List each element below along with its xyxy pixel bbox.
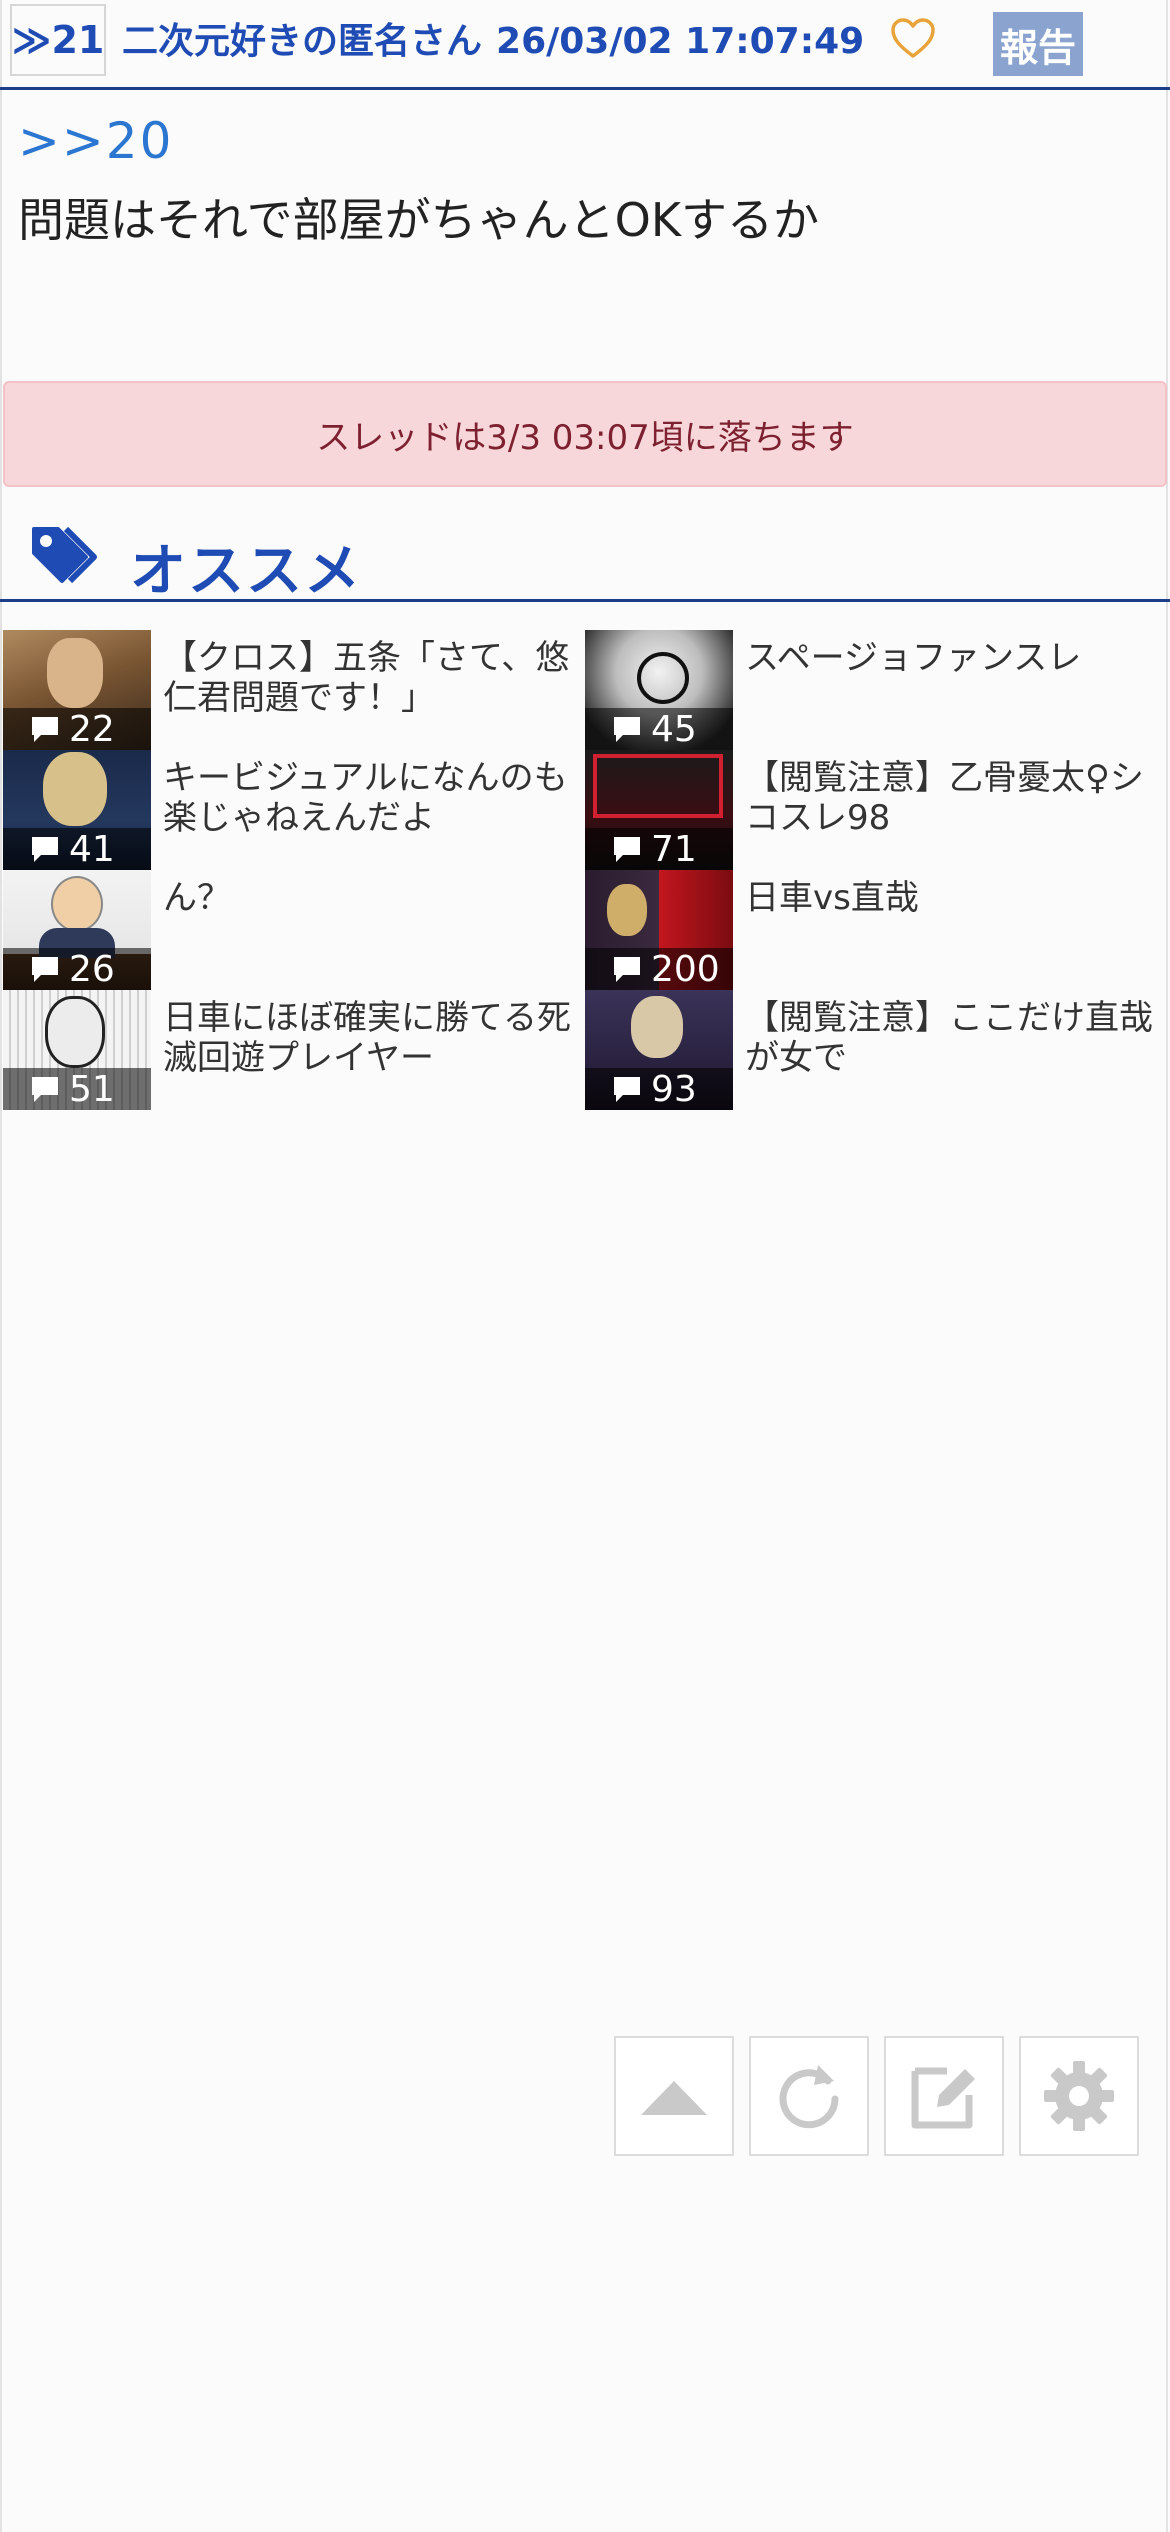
poster-name: 二次元好きの匿名さん xyxy=(122,21,483,62)
comment-count: 93 xyxy=(585,1068,733,1110)
comment-icon xyxy=(614,837,640,862)
thread-title: 【クロス】五条「さて、悠仁君問題です！」 xyxy=(163,638,570,718)
tag-icon xyxy=(28,523,106,595)
recommend-section-header: オススメ xyxy=(0,520,1170,604)
thread-thumbnail: 200 xyxy=(585,870,733,990)
edit-icon xyxy=(911,2067,975,2129)
post-body: 問題はそれで部屋がちゃんとOKするか xyxy=(18,193,819,247)
recommend-item[interactable]: 26 ん？ xyxy=(3,870,583,990)
thread-title: 【閲覧注意】ここだけ直哉が女で xyxy=(745,998,1153,1078)
reload-icon xyxy=(779,2065,839,2129)
thread-title: ん？ xyxy=(163,878,231,918)
comment-count: 26 xyxy=(3,948,151,990)
comment-icon xyxy=(32,957,58,982)
thread-title: 日車vs直哉 xyxy=(745,878,919,918)
post-datetime: 26/03/02 17:07:49 xyxy=(496,21,865,62)
recommend-item[interactable]: 45 スページョファンスレ xyxy=(585,630,1165,750)
comment-icon xyxy=(614,1077,640,1102)
recommend-item[interactable]: 200 日車vs直哉 xyxy=(585,870,1165,990)
thread-thumbnail: 22 xyxy=(3,630,151,750)
scroll-top-button[interactable] xyxy=(614,2036,734,2156)
thread-title: キービジュアルになんのも楽じゃねえんだよ xyxy=(163,758,568,838)
thread-thumbnail: 26 xyxy=(3,870,151,990)
comment-count: 22 xyxy=(3,708,151,750)
report-button[interactable]: 報告 xyxy=(993,12,1083,76)
post-header: ≫21 二次元好きの匿名さん 26/03/02 17:07:49 報告 xyxy=(0,0,1170,90)
comment-icon xyxy=(32,717,58,742)
poster-line: 二次元好きの匿名さん 26/03/02 17:07:49 xyxy=(122,12,864,64)
heart-icon[interactable] xyxy=(888,14,938,64)
comment-icon xyxy=(32,837,58,862)
settings-button[interactable] xyxy=(1019,2036,1139,2156)
gear-icon xyxy=(1044,2061,1114,2131)
comment-count: 41 xyxy=(3,828,151,870)
comment-icon xyxy=(614,717,640,742)
comment-count: 71 xyxy=(585,828,733,870)
thread-thumbnail: 51 xyxy=(3,990,151,1110)
thread-title: 【閲覧注意】乙骨憂太♀シコスレ98 xyxy=(745,758,1144,838)
comment-icon xyxy=(32,1077,58,1102)
thread-expiry-notice: スレッドは3/3 03:07頃に落ちます xyxy=(3,381,1167,487)
thread-title: 日車にほぼ確実に勝てる死滅回遊プレイヤー xyxy=(163,998,571,1078)
anchor-link[interactable]: >>20 xyxy=(18,112,173,170)
thread-thumbnail: 41 xyxy=(3,750,151,870)
reload-button[interactable] xyxy=(749,2036,869,2156)
recommend-item[interactable]: 51 日車にほぼ確実に勝てる死滅回遊プレイヤー xyxy=(3,990,583,1110)
recommend-item[interactable]: 71 【閲覧注意】乙骨憂太♀シコスレ98 xyxy=(585,750,1165,870)
notice-text: スレッドは3/3 03:07頃に落ちます xyxy=(316,417,854,458)
thread-thumbnail: 93 xyxy=(585,990,733,1110)
comment-count: 200 xyxy=(585,948,733,990)
comment-count: 51 xyxy=(3,1068,151,1110)
recommend-title: オススメ xyxy=(130,539,362,604)
thread-thumbnail: 71 xyxy=(585,750,733,870)
comment-count: 45 xyxy=(585,708,733,750)
res-number-button[interactable]: ≫21 xyxy=(10,4,106,76)
write-button[interactable] xyxy=(884,2036,1004,2156)
recommend-item[interactable]: 22 【クロス】五条「さて、悠仁君問題です！」 xyxy=(3,630,583,750)
thread-title: スページョファンスレ xyxy=(745,638,1082,678)
arrow-up-icon xyxy=(641,2081,707,2115)
recommend-item[interactable]: 93 【閲覧注意】ここだけ直哉が女で xyxy=(585,990,1165,1110)
thread-thumbnail: 45 xyxy=(585,630,733,750)
comment-icon xyxy=(614,957,640,982)
recommend-item[interactable]: 41 キービジュアルになんのも楽じゃねえんだよ xyxy=(3,750,583,870)
